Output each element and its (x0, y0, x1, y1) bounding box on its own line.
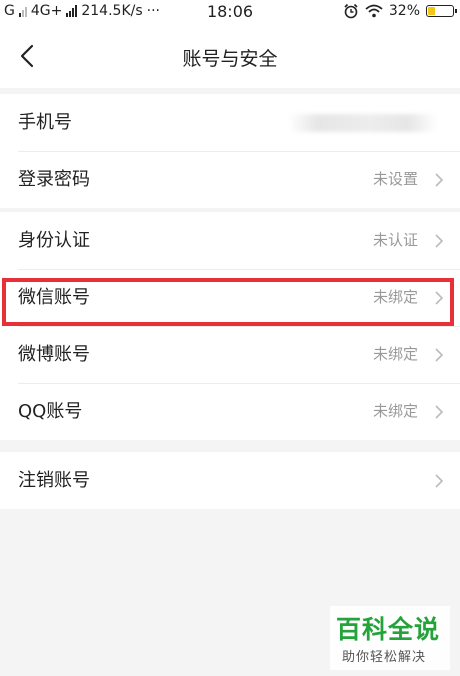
watermark-title: 百科全说 (336, 615, 441, 644)
row-identity-verification[interactable]: 身份认证 未认证 (0, 212, 460, 269)
row-qq-account[interactable]: QQ账号 未绑定 (0, 383, 460, 440)
row-weibo-account[interactable]: 微博账号 未绑定 (0, 326, 460, 383)
row-value: 未绑定 (372, 402, 418, 420)
row-value: 未设置 (372, 170, 418, 188)
chevron-right-icon (435, 348, 444, 362)
chevron-right-icon (435, 234, 444, 248)
wifi-icon (365, 4, 383, 18)
binding-group: 身份认证 未认证 微信账号 未绑定 微博账号 未绑定 QQ账号 未绑定 (0, 212, 460, 440)
battery-icon (426, 5, 457, 17)
chevron-right-icon (435, 173, 444, 187)
row-label: 手机号 (18, 112, 72, 133)
row-value: 未绑定 (372, 345, 418, 363)
chevron-right-icon (435, 405, 444, 419)
status-bar: G 4G+ 214.5K/s ··· 18:06 32% (0, 0, 460, 24)
row-deactivate-account[interactable]: 注销账号 (0, 452, 460, 509)
row-label: 登录密码 (18, 169, 90, 190)
row-label: 微博账号 (18, 344, 90, 365)
row-label: 微信账号 (18, 287, 90, 308)
deactivate-group: 注销账号 (0, 452, 460, 509)
battery-fill (428, 7, 435, 15)
row-wechat-account[interactable]: 微信账号 未绑定 (0, 269, 460, 326)
row-label: 注销账号 (18, 470, 90, 491)
battery-percent: 32% (388, 3, 420, 19)
row-value: 未绑定 (372, 288, 418, 306)
watermark-subtitle: 助你轻松解决 (342, 650, 427, 665)
page-title: 账号与安全 (182, 48, 278, 70)
status-right: 32% (343, 3, 457, 19)
row-phone[interactable]: 手机号 (0, 94, 460, 151)
alarm-icon (344, 3, 358, 19)
chevron-right-icon (435, 291, 444, 305)
row-label: 身份认证 (18, 230, 90, 251)
watermark: 百科全说 助你轻松解决 (330, 606, 450, 670)
phone-number-redacted (288, 114, 438, 132)
nav-bar: 账号与安全 (0, 24, 460, 88)
row-login-password[interactable]: 登录密码 未设置 (0, 151, 460, 208)
row-value: 未认证 (372, 231, 418, 249)
account-group: 手机号 登录密码 未设置 (0, 94, 460, 208)
row-label: QQ账号 (18, 401, 83, 422)
chevron-right-icon (435, 474, 444, 488)
